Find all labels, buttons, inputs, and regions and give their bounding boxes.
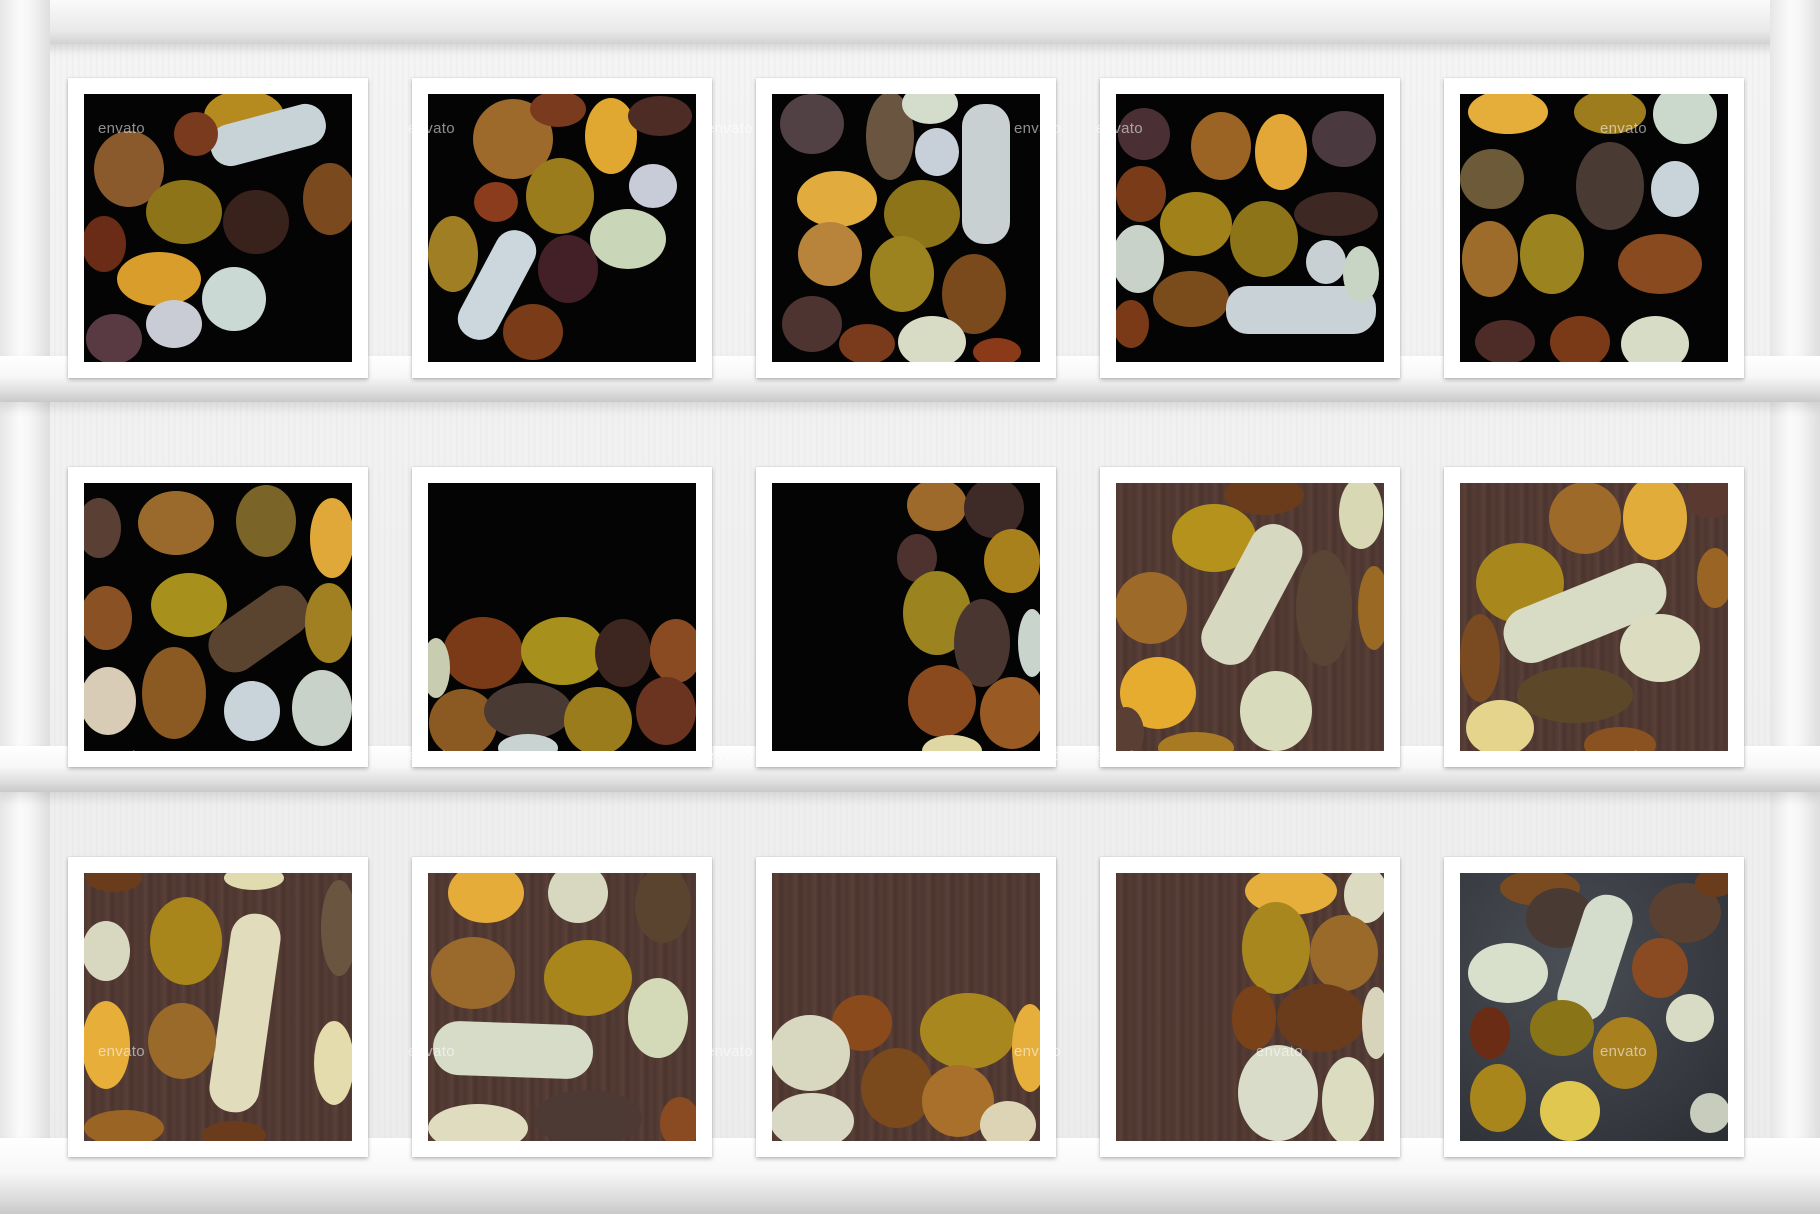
stone-photo xyxy=(1116,94,1384,362)
shelf-background: envato envato envato envato envato envat… xyxy=(0,0,1820,1214)
stones-illustration xyxy=(897,483,1040,751)
photo-frame[interactable]: envato xyxy=(1444,467,1744,767)
watermark-text: envato xyxy=(706,747,753,764)
stones-illustration xyxy=(84,485,352,746)
shelf-left-post xyxy=(0,0,50,1214)
stone-photo xyxy=(428,483,696,751)
photo-frame[interactable]: envato envato xyxy=(706,857,1061,1157)
stone-photo xyxy=(1460,873,1728,1141)
watermark-text: envato xyxy=(1014,747,1061,764)
stone-photo xyxy=(1460,483,1728,751)
stones-illustration xyxy=(780,94,1021,362)
stones-illustration xyxy=(1116,483,1384,751)
photo-frame[interactable]: envato xyxy=(1100,857,1400,1157)
watermark-text: envato xyxy=(1256,1043,1303,1060)
watermark-text: envato xyxy=(1096,747,1143,764)
stone-photo xyxy=(772,94,1040,362)
photo-frame[interactable]: envato xyxy=(1096,467,1400,767)
photo-frame[interactable]: envato xyxy=(68,857,368,1157)
stone-photo xyxy=(772,483,1040,751)
photo-frame[interactable]: envato xyxy=(408,78,712,378)
shelf-right-post xyxy=(1770,0,1820,1214)
watermark-text: envato xyxy=(1600,747,1647,764)
photo-frame[interactable]: envato xyxy=(1096,78,1400,378)
photo-frame[interactable]: envato xyxy=(408,467,712,767)
stones-illustration xyxy=(1116,108,1379,348)
stone-photo xyxy=(1116,483,1384,751)
watermark-text: envato xyxy=(98,1043,145,1060)
stone-photo xyxy=(1116,873,1384,1141)
stone-photo xyxy=(428,873,696,1141)
photo-frame[interactable]: envato envato xyxy=(706,78,1061,378)
watermark-text: envato xyxy=(1600,1043,1647,1060)
watermark-text: envato xyxy=(706,120,753,137)
watermark-text: envato xyxy=(408,747,455,764)
watermark-text: envato xyxy=(1600,120,1647,137)
stone-photo xyxy=(84,873,352,1141)
stones-illustration xyxy=(428,873,696,1141)
photo-frame[interactable]: envato xyxy=(408,857,712,1157)
watermark-text: envato xyxy=(1014,120,1061,137)
watermark-text: envato xyxy=(98,747,145,764)
photo-frame[interactable]: envato xyxy=(1444,857,1744,1157)
stones-illustration xyxy=(1460,94,1717,362)
watermark-text: envato xyxy=(408,1043,455,1060)
stones-illustration xyxy=(84,873,352,1141)
watermark-text: envato xyxy=(1014,1043,1061,1060)
photo-frame[interactable]: envato xyxy=(68,467,368,767)
stone-photo xyxy=(1460,94,1728,362)
photo-frame[interactable]: envato xyxy=(1444,78,1744,378)
stones-illustration xyxy=(428,94,692,360)
stones-illustration xyxy=(428,617,696,751)
watermark-text: envato xyxy=(98,120,145,137)
stone-photo xyxy=(84,483,352,751)
stones-illustration xyxy=(1468,873,1728,1141)
stone-photo xyxy=(772,873,1040,1141)
stones-illustration xyxy=(772,993,1040,1141)
watermark-text: envato xyxy=(706,1043,753,1060)
photo-frame[interactable]: envato xyxy=(68,78,368,378)
watermark-text: envato xyxy=(408,120,455,137)
shelf-top-board xyxy=(0,0,1820,44)
stone-photo xyxy=(428,94,696,362)
stones-illustration xyxy=(1460,483,1728,751)
stones-illustration xyxy=(1232,873,1384,1141)
watermark-text: envato xyxy=(1096,120,1143,137)
photo-frame[interactable]: envato envato xyxy=(706,467,1061,767)
